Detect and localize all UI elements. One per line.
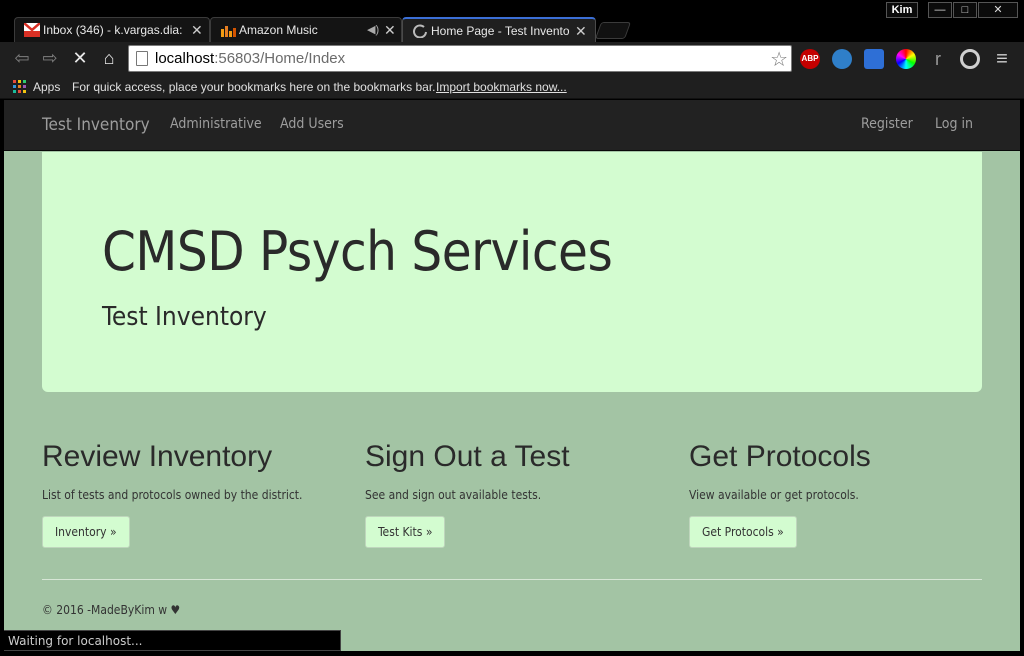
tab-close-icon[interactable]: ✕ (384, 18, 396, 42)
page-icon (136, 51, 148, 66)
tab-label: Amazon Music (239, 23, 318, 37)
forward-arrow-icon[interactable]: ⇨ (40, 48, 60, 68)
gmail-icon (24, 23, 40, 37)
url-host: localhost (155, 50, 215, 67)
profile-button[interactable]: Kim (886, 2, 918, 18)
site-navbar: Test Inventory Administrative Add Users … (4, 100, 1020, 151)
jumbotron: CMSD Psych Services Test Inventory (42, 152, 982, 392)
tab-label: Inbox (346) - k.vargas.dia: (43, 23, 183, 37)
column-text: List of tests and protocols owned by the… (42, 488, 303, 502)
tab-home-page[interactable]: Home Page - Test Invento ✕ (402, 17, 596, 42)
column-heading: Review Inventory (42, 440, 273, 473)
column-text: View available or get protocols. (689, 488, 859, 502)
page-title: CMSD Psych Services (102, 220, 613, 283)
web-page: Test Inventory Administrative Add Users … (4, 100, 1020, 651)
inventory-button[interactable]: Inventory » (42, 516, 130, 548)
maximize-button[interactable]: □ (953, 2, 977, 18)
tab-amazon-music[interactable]: Amazon Music ◀) ✕ (210, 17, 402, 42)
nav-link-administrative[interactable]: Administrative (170, 116, 262, 132)
bookmark-star-icon[interactable]: ☆ (770, 47, 788, 72)
amazon-music-icon (221, 26, 236, 37)
loading-spinner-icon (413, 24, 427, 38)
apps-link[interactable]: Apps (33, 80, 60, 94)
bookmarks-hint: For quick access, place your bookmarks h… (72, 80, 436, 94)
home-icon[interactable]: ⌂ (99, 48, 119, 68)
footer-text: © 2016 -MadeByKim w ♥ (42, 603, 181, 617)
new-tab-button[interactable] (594, 22, 632, 39)
nav-link-login[interactable]: Log in (935, 116, 973, 132)
navbar-brand[interactable]: Test Inventory (42, 115, 150, 135)
tab-label: Home Page - Test Invento (431, 24, 570, 38)
readability-icon[interactable]: r (928, 49, 948, 69)
import-bookmarks-link[interactable]: Import bookmarks now... (436, 80, 567, 94)
column-review-inventory: Review Inventory List of tests and proto… (42, 440, 342, 548)
window-close-button[interactable]: ✕ (978, 2, 1018, 18)
minimize-button[interactable]: — (928, 2, 952, 18)
column-get-protocols: Get Protocols View available or get prot… (689, 440, 989, 548)
column-sign-out-test: Sign Out a Test See and sign out availab… (365, 440, 665, 548)
circle-extension-icon[interactable] (960, 49, 980, 69)
nav-link-add-users[interactable]: Add Users (280, 116, 344, 132)
column-text: See and sign out available tests. (365, 488, 542, 502)
folder-extension-icon[interactable] (864, 49, 884, 69)
column-heading: Sign Out a Test (365, 440, 570, 473)
footer-divider (42, 579, 982, 580)
apps-grid-icon[interactable] (13, 80, 27, 94)
page-subtitle: Test Inventory (102, 302, 267, 332)
color-wheel-icon[interactable] (896, 49, 916, 69)
back-arrow-icon[interactable]: ⇦ (12, 48, 32, 68)
menu-icon[interactable]: ≡ (992, 49, 1012, 69)
tab-close-icon[interactable]: ✕ (191, 18, 203, 42)
adblock-plus-icon[interactable]: ABP (800, 49, 820, 69)
get-protocols-button[interactable]: Get Protocols » (689, 516, 797, 548)
tab-close-icon[interactable]: ✕ (575, 19, 587, 42)
tab-gmail[interactable]: Inbox (346) - k.vargas.dia: ✕ (14, 17, 210, 42)
column-heading: Get Protocols (689, 440, 871, 473)
speaker-icon[interactable]: ◀) (367, 18, 379, 42)
url-path: :56803/Home/Index (214, 50, 346, 67)
nav-link-register[interactable]: Register (861, 116, 913, 132)
test-kits-button[interactable]: Test Kits » (365, 516, 446, 548)
browser-titlebar: Kim — □ ✕ Inbox (346) - k.vargas.dia: ✕ … (0, 0, 1024, 42)
status-bubble: Waiting for localhost... (4, 630, 341, 651)
stop-loading-icon[interactable]: ✕ (70, 48, 90, 68)
url-text[interactable]: localhost:56803/Home/Index (155, 50, 345, 67)
address-bar[interactable]: localhost:56803/Home/Index ☆ (128, 45, 792, 72)
sync-icon[interactable] (832, 49, 852, 69)
bookmarks-bar: Apps For quick access, place your bookma… (0, 76, 1024, 99)
